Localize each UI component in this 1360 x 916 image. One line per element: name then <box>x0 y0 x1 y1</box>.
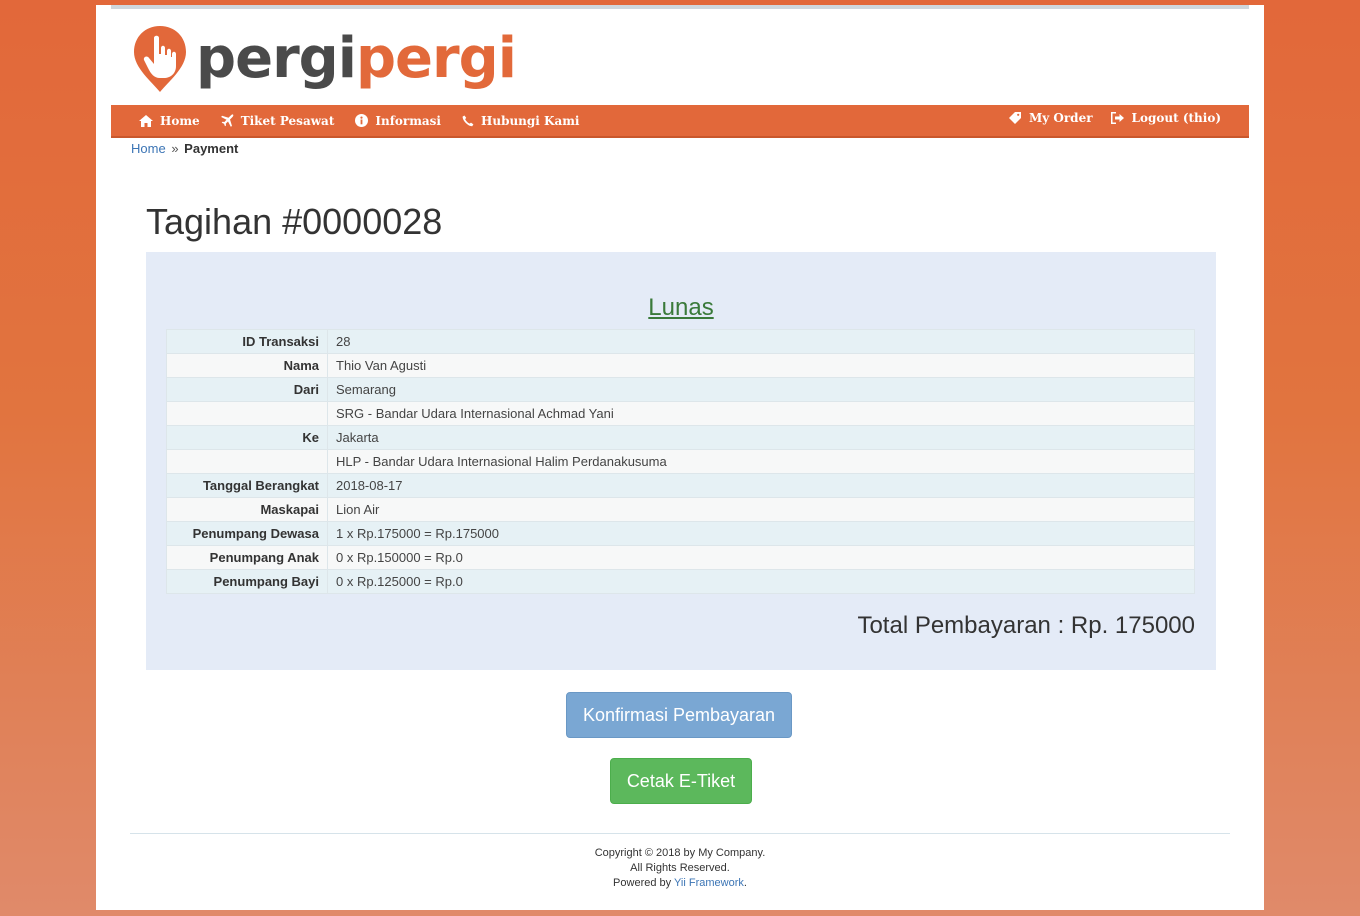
footer: Copyright © 2018 by My Company. All Righ… <box>96 846 1264 891</box>
table-row: SRG - Bandar Udara Internasional Achmad … <box>166 401 1195 426</box>
row-label: Dari <box>166 377 328 402</box>
page-title: Tagihan #0000028 <box>146 201 443 242</box>
row-value: 0 x Rp.150000 = Rp.0 <box>327 545 1195 570</box>
page-container: pergipergi Home Tiket Pesawat Informasi … <box>96 5 1264 910</box>
brand-logo[interactable]: pergipergi <box>132 21 517 97</box>
row-label: Penumpang Anak <box>166 545 328 570</box>
payment-status: Lunas <box>648 294 714 321</box>
row-label <box>166 401 328 426</box>
logo-text-part1: pergi <box>196 26 357 91</box>
breadcrumb-home-link[interactable]: Home <box>131 141 166 156</box>
nav-tiket-pesawat[interactable]: Tiket Pesawat <box>220 113 335 128</box>
hand-pointer-pin-icon <box>134 26 186 92</box>
nav-my-order[interactable]: My Order <box>1008 111 1093 125</box>
nav-right: My Order Logout (thio) <box>990 102 1221 133</box>
nav-my-order-label: My Order <box>1028 110 1093 125</box>
table-row: ID Transaksi 28 <box>166 329 1195 354</box>
nav-logout-label: Logout (thio) <box>1131 110 1221 125</box>
table-row: Nama Thio Van Agusti <box>166 353 1195 378</box>
row-value: 2018-08-17 <box>327 473 1195 498</box>
row-label: Tanggal Berangkat <box>166 473 328 498</box>
nav-logout[interactable]: Logout (thio) <box>1110 110 1221 125</box>
invoice-panel: Lunas ID Transaksi 28 Nama Thio Van Agusti D… <box>146 252 1216 670</box>
row-value: 28 <box>327 329 1195 354</box>
nav-hubungi-kami-label: Hubungi Kami <box>481 113 580 128</box>
row-label <box>166 449 328 474</box>
footer-powered-prefix: Powered by <box>613 877 672 889</box>
row-label: ID Transaksi <box>166 329 328 354</box>
table-row: Penumpang Bayi 0 x Rp.125000 = Rp.0 <box>166 569 1195 594</box>
logout-icon <box>1110 111 1124 124</box>
row-label: Penumpang Dewasa <box>166 521 328 546</box>
main-navbar: Home Tiket Pesawat Informasi Hubungi Kam… <box>111 105 1249 138</box>
nav-left: Home Tiket Pesawat Informasi Hubungi Kam… <box>139 105 601 136</box>
footer-divider <box>130 833 1230 834</box>
row-value: Jakarta <box>327 425 1195 450</box>
table-row: Maskapai Lion Air <box>166 497 1195 522</box>
table-row: Penumpang Anak 0 x Rp.150000 = Rp.0 <box>166 545 1195 570</box>
row-value: Thio Van Agusti <box>327 353 1195 378</box>
row-value: Lion Air <box>327 497 1195 522</box>
row-value: Semarang <box>327 377 1195 402</box>
print-eticket-button[interactable]: Cetak E-Tiket <box>610 758 752 804</box>
footer-rights: All Rights Reserved. <box>630 862 730 874</box>
nav-home-label: Home <box>160 113 200 128</box>
table-row: Penumpang Dewasa 1 x Rp.175000 = Rp.17500… <box>166 521 1195 546</box>
nav-tiket-pesawat-label: Tiket Pesawat <box>240 113 335 128</box>
home-icon <box>139 114 153 127</box>
row-value: 1 x Rp.175000 = Rp.175000 <box>327 521 1195 546</box>
nav-informasi[interactable]: Informasi <box>355 114 441 128</box>
tag-icon <box>1008 112 1021 124</box>
confirm-payment-button[interactable]: Konfirmasi Pembayaran <box>566 692 792 738</box>
row-label: Nama <box>166 353 328 378</box>
nav-home[interactable]: Home <box>139 114 200 128</box>
table-row: Ke Jakarta <box>166 425 1195 450</box>
footer-copyright: Copyright © 2018 by My Company. <box>594 847 766 859</box>
row-value: HLP - Bandar Udara Internasional Halim P… <box>327 449 1195 474</box>
breadcrumb: Home » Payment <box>131 141 238 156</box>
total-payment: Total Pembayaran : Rp. 175000 <box>857 612 1195 639</box>
row-value: 0 x Rp.125000 = Rp.0 <box>327 569 1195 594</box>
breadcrumb-current: Payment <box>184 141 239 156</box>
top-rule <box>111 5 1249 9</box>
logo-text-part2: pergi <box>355 26 517 91</box>
table-row: Dari Semarang <box>166 377 1195 402</box>
table-row: Tanggal Berangkat 2018-08-17 <box>166 473 1195 498</box>
table-row: HLP - Bandar Udara Internasional Halim P… <box>166 449 1195 474</box>
info-circle-icon <box>355 114 369 127</box>
nav-informasi-label: Informasi <box>375 113 441 128</box>
footer-powered: Powered by Yii Framework. <box>96 876 1264 891</box>
plane-icon <box>220 114 234 127</box>
logo-text: pergipergi <box>196 31 517 87</box>
row-label: Maskapai <box>166 497 328 522</box>
row-label: Penumpang Bayi <box>166 569 328 594</box>
phone-icon <box>462 115 474 126</box>
footer-yii-link[interactable]: Yii Framework <box>674 877 744 889</box>
nav-hubungi-kami[interactable]: Hubungi Kami <box>462 114 580 128</box>
row-value: SRG - Bandar Udara Internasional Achmad … <box>327 401 1195 426</box>
breadcrumb-separator: » <box>171 141 179 156</box>
row-label: Ke <box>166 425 328 450</box>
invoice-detail-table: ID Transaksi 28 Nama Thio Van Agusti Dari Sem… <box>166 329 1195 594</box>
footer-powered-suffix: . <box>743 877 747 889</box>
